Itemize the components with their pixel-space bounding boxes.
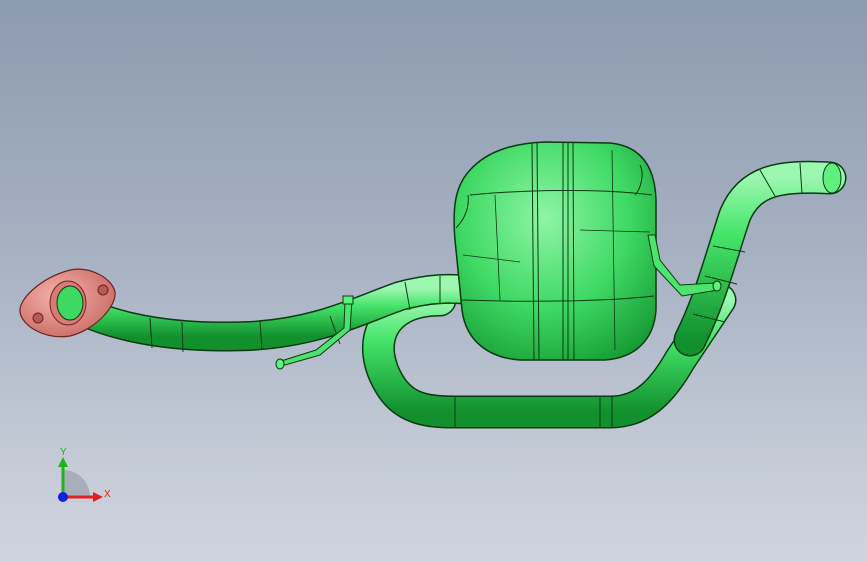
axis-triad[interactable]: Y X bbox=[58, 447, 111, 502]
3d-viewport[interactable]: Y X bbox=[0, 0, 867, 562]
z-axis-dot bbox=[58, 492, 68, 502]
model-canvas[interactable]: Y X bbox=[0, 0, 867, 562]
tail-pipe bbox=[673, 160, 847, 357]
y-axis-label: Y bbox=[60, 447, 67, 458]
y-axis-arrow bbox=[58, 457, 68, 467]
x-axis-arrow bbox=[93, 492, 103, 502]
muffler-body bbox=[453, 141, 657, 361]
x-axis-label: X bbox=[104, 489, 111, 500]
